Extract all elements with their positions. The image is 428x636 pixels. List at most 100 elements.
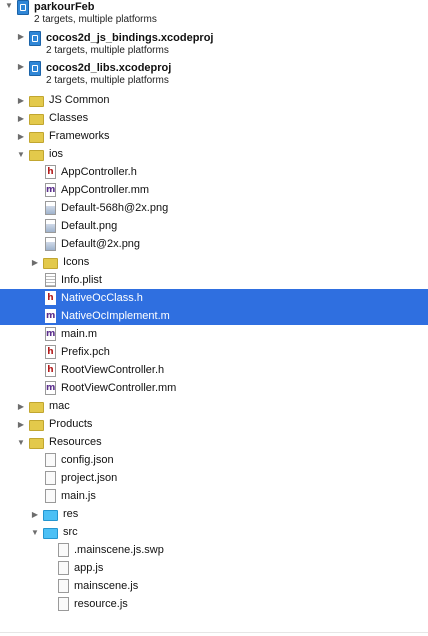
group-label: JS Common <box>49 94 110 106</box>
file-label: AppController.h <box>61 166 137 178</box>
file-label: AppController.mm <box>61 184 150 196</box>
file-label: .mainscene.js.swp <box>74 544 164 556</box>
file-label: Default@2x.png <box>61 238 141 250</box>
disclosure-open-icon[interactable]: ▼ <box>16 149 26 159</box>
text-file-icon <box>58 561 69 575</box>
header-file-icon: h <box>45 345 56 359</box>
text-file-icon <box>58 579 69 593</box>
file-row-selected[interactable]: m NativeOcImplement.m <box>0 307 428 325</box>
disclosure-closed-icon[interactable]: ▶ <box>30 257 40 267</box>
project-name: parkourFeb <box>34 1 95 13</box>
file-row[interactable]: m AppController.mm <box>0 181 428 199</box>
folder-res[interactable]: ▶ res <box>0 505 428 523</box>
objc-file-icon: m <box>45 183 56 197</box>
objc-file-icon: m <box>45 327 56 341</box>
file-row[interactable]: app.js <box>0 559 428 577</box>
project-root-row[interactable]: ▼ parkourFeb 2 targets, multiple platfor… <box>0 0 428 30</box>
file-row[interactable]: h AppController.h <box>0 163 428 181</box>
file-label: project.json <box>61 472 118 484</box>
folder-src[interactable]: ▼ src <box>0 523 428 541</box>
group-icons[interactable]: ▶ Icons <box>0 253 428 271</box>
group-products[interactable]: ▶ Products <box>0 415 428 433</box>
file-label: Default.png <box>61 220 118 232</box>
disclosure-closed-icon[interactable]: ▶ <box>16 113 26 123</box>
disclosure-closed-icon[interactable]: ▶ <box>16 61 26 71</box>
text-file-icon <box>45 489 56 503</box>
disclosure-open-icon[interactable]: ▼ <box>4 0 14 10</box>
file-label: main.js <box>61 490 96 502</box>
text-file-icon <box>45 471 56 485</box>
file-label: RootViewController.h <box>61 364 165 376</box>
disclosure-open-icon[interactable]: ▼ <box>30 527 40 537</box>
file-row[interactable]: Default-568h@2x.png <box>0 199 428 217</box>
subproject-name: cocos2d_js_bindings.xcodeproj <box>46 32 214 44</box>
subproject-row[interactable]: ▶ cocos2d_js_bindings.xcodeproj 2 target… <box>0 31 428 61</box>
disclosure-closed-icon[interactable]: ▶ <box>16 419 26 429</box>
disclosure-open-icon[interactable]: ▼ <box>16 437 26 447</box>
project-subtitle: 2 targets, multiple platforms <box>34 14 157 25</box>
disclosure-closed-icon[interactable]: ▶ <box>16 31 26 41</box>
file-row[interactable]: Info.plist <box>0 271 428 289</box>
file-row-selected[interactable]: h NativeOcClass.h <box>0 289 428 307</box>
file-row[interactable]: project.json <box>0 469 428 487</box>
xcodeproj-icon <box>17 0 29 15</box>
group-label: Products <box>49 418 93 430</box>
group-ios[interactable]: ▼ ios <box>0 145 428 163</box>
file-row[interactable]: .mainscene.js.swp <box>0 541 428 559</box>
folder-label: src <box>63 526 78 538</box>
folder-icon <box>29 436 44 449</box>
file-row[interactable]: resource.js <box>0 595 428 613</box>
file-label: NativeOcImplement.m <box>61 310 170 322</box>
disclosure-closed-icon[interactable]: ▶ <box>16 95 26 105</box>
subproject-subtitle: 2 targets, multiple platforms <box>46 75 169 86</box>
group-label: Resources <box>49 436 102 448</box>
folder-icon <box>29 148 44 161</box>
subproject-name: cocos2d_libs.xcodeproj <box>46 62 172 74</box>
file-row[interactable]: m main.m <box>0 325 428 343</box>
file-label: Info.plist <box>61 274 102 286</box>
header-file-icon: h <box>45 165 56 179</box>
text-file-icon <box>58 597 69 611</box>
file-label: main.m <box>61 328 98 340</box>
subproject-row[interactable]: ▶ cocos2d_libs.xcodeproj 2 targets, mult… <box>0 61 428 91</box>
group-resources[interactable]: ▼ Resources <box>0 433 428 451</box>
text-file-icon <box>45 453 56 467</box>
file-row[interactable]: mainscene.js <box>0 577 428 595</box>
file-label: RootViewController.mm <box>61 382 177 394</box>
file-row[interactable]: h RootViewController.h <box>0 361 428 379</box>
disclosure-closed-icon[interactable]: ▶ <box>16 401 26 411</box>
image-file-icon <box>45 201 56 215</box>
file-label: app.js <box>74 562 104 574</box>
file-row[interactable]: main.js <box>0 487 428 505</box>
file-row[interactable]: Default@2x.png <box>0 235 428 253</box>
folder-icon <box>29 94 44 107</box>
group-frameworks[interactable]: ▶ Frameworks <box>0 127 428 145</box>
group-classes[interactable]: ▶ Classes <box>0 109 428 127</box>
folder-icon <box>43 256 58 269</box>
folder-label: res <box>63 508 79 520</box>
folder-icon <box>29 400 44 413</box>
image-file-icon <box>45 237 56 251</box>
header-file-icon: h <box>45 363 56 377</box>
disclosure-closed-icon[interactable]: ▶ <box>16 131 26 141</box>
subproject-subtitle: 2 targets, multiple platforms <box>46 45 169 56</box>
group-mac[interactable]: ▶ mac <box>0 397 428 415</box>
file-row[interactable]: h Prefix.pch <box>0 343 428 361</box>
disclosure-closed-icon[interactable]: ▶ <box>30 509 40 519</box>
text-file-icon <box>58 543 69 557</box>
bottom-divider <box>0 632 428 633</box>
group-label: mac <box>49 400 70 412</box>
file-label: Default-568h@2x.png <box>61 202 169 214</box>
file-row[interactable]: Default.png <box>0 217 428 235</box>
file-row[interactable]: config.json <box>0 451 428 469</box>
objc-file-icon: m <box>45 381 56 395</box>
group-js-common[interactable]: ▶ JS Common <box>0 91 428 109</box>
blue-folder-icon <box>43 526 58 539</box>
file-label: mainscene.js <box>74 580 139 592</box>
file-row[interactable]: m RootViewController.mm <box>0 379 428 397</box>
group-label: Classes <box>49 112 89 124</box>
file-label: Prefix.pch <box>61 346 110 358</box>
xcodeproj-icon <box>29 61 41 76</box>
file-label: resource.js <box>74 598 128 610</box>
file-label: NativeOcClass.h <box>61 292 143 304</box>
